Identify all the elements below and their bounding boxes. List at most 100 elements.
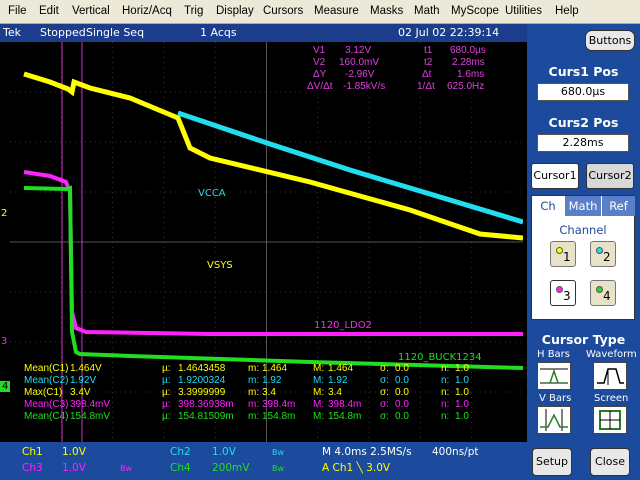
meas-m-label: m: xyxy=(248,363,260,374)
ch2-label[interactable]: Ch2 xyxy=(170,446,191,458)
channel-2-label: 2 xyxy=(603,250,611,264)
meas-n-value: 1.0 xyxy=(455,363,469,374)
dt-label: Δt xyxy=(422,69,432,80)
ch3-label[interactable]: Ch3 xyxy=(22,462,43,474)
menu-myscope[interactable]: MyScope xyxy=(451,5,499,17)
ch4-scale[interactable]: 200mV xyxy=(212,462,249,474)
meas-M-value: 154.8m xyxy=(328,411,362,422)
menu-vertical[interactable]: Vertical xyxy=(72,5,110,17)
waveform-cursor-button[interactable] xyxy=(593,362,627,390)
tab-ch[interactable]: Ch xyxy=(532,196,564,216)
channel-3-label: 3 xyxy=(563,289,571,303)
meas-sigma-value: 0.0 xyxy=(395,411,409,422)
close-button[interactable]: Close xyxy=(590,448,630,476)
inv-dt-label: 1/Δt xyxy=(417,81,435,92)
ch3-marker[interactable]: 3 xyxy=(1,336,7,347)
menu-edit[interactable]: Edit xyxy=(39,5,59,17)
menu-display[interactable]: Display xyxy=(216,5,254,17)
meas-M-value: 1.92 xyxy=(328,375,348,386)
meas-name-value: Mean(C3) xyxy=(24,399,69,410)
meas-m-label: m: xyxy=(248,399,260,410)
meas-sigma-value: 0.0 xyxy=(395,399,409,410)
ch4-marker[interactable]: 4 xyxy=(0,381,11,392)
buttons-button[interactable]: Buttons xyxy=(585,30,635,51)
t1-value: 680.0µs xyxy=(450,45,486,56)
trigger-readout[interactable]: A Ch1 ╲ 3.0V xyxy=(322,462,390,474)
meas-mu-label: µ: xyxy=(162,411,171,422)
menu-measure[interactable]: Measure xyxy=(314,5,359,17)
ch4-trace xyxy=(23,185,524,370)
menu-file[interactable]: File xyxy=(8,5,27,17)
cursor1-button[interactable]: Cursor1 xyxy=(531,163,579,189)
meas-mu-label: µ: xyxy=(162,363,171,374)
menu-trig[interactable]: Trig xyxy=(184,5,203,17)
ch1-scale[interactable]: 1.0V xyxy=(62,446,86,458)
dt-value: 1.6ms xyxy=(457,69,485,80)
meas-val-value: 1.464V xyxy=(70,363,102,374)
meas-mu-label: µ: xyxy=(162,375,171,386)
acq-count: 1 Acqs xyxy=(200,26,237,39)
screen-cursor-button[interactable] xyxy=(593,406,627,434)
hbars-button[interactable] xyxy=(537,362,571,390)
ch1-label[interactable]: Ch1 xyxy=(22,446,43,458)
meas-mu-label: µ: xyxy=(162,399,171,410)
meas-m-value: 154.8m xyxy=(262,411,296,422)
cursor2-button[interactable]: Cursor2 xyxy=(586,163,634,189)
meas-val-value: 154.8mV xyxy=(70,411,111,422)
meas-n-label: n: xyxy=(441,399,450,410)
meas-mu-value: 1.4643458 xyxy=(178,363,226,374)
ch3-bw-icon: Bw xyxy=(120,464,133,473)
meas-sigma-label: σ: xyxy=(380,399,389,410)
t2-value: 2.28ms xyxy=(452,57,485,68)
channel-3-button[interactable]: 3 xyxy=(550,280,576,306)
channel-2-button[interactable]: 2 xyxy=(590,241,616,267)
meas-sigma-value: 0.0 xyxy=(395,363,409,374)
meas-m-label: m: xyxy=(248,411,260,422)
channel-4-label: 4 xyxy=(603,289,611,303)
ch2-scale[interactable]: 1.0V xyxy=(212,446,236,458)
cursor-readout: V1 3.12V t1 680.0µs V2 160.0mV t2 2.28ms… xyxy=(307,45,523,95)
run-state: Stopped xyxy=(40,26,86,39)
menu-cursors[interactable]: Cursors xyxy=(263,5,303,17)
channel-title: Channel xyxy=(559,223,607,237)
meas-m-value: 3.4 xyxy=(262,387,276,398)
ch3-scale[interactable]: 1.0V xyxy=(62,462,86,474)
meas-mu-label: µ: xyxy=(162,387,171,398)
hbars-icon xyxy=(540,368,568,384)
menu-horiz-acq[interactable]: Horiz/Acq xyxy=(122,5,172,17)
tab-ref[interactable]: Ref xyxy=(602,196,635,216)
meas-sigma-value: 0.0 xyxy=(395,387,409,398)
menu-help[interactable]: Help xyxy=(555,5,579,17)
menu-math[interactable]: Math xyxy=(414,5,440,17)
meas-M-value: 1.464 xyxy=(328,363,354,374)
timebase[interactable]: M 4.0ms 2.5MS/s xyxy=(322,446,412,458)
t1-label: t1 xyxy=(424,45,433,56)
vbars-button[interactable] xyxy=(537,406,571,434)
menu-masks[interactable]: Masks xyxy=(370,5,403,17)
ch2-dot-icon xyxy=(596,247,603,254)
meas-M-label: M: xyxy=(313,375,325,386)
meas-mu-value: 398.36938m xyxy=(178,399,234,410)
menu-utilities[interactable]: Utilities xyxy=(505,5,542,17)
dvdt-label: ΔV/Δt xyxy=(307,81,333,92)
datetime: 02 Jul 02 22:39:14 xyxy=(398,26,500,39)
label-buck1234: 1120_BUCK1234 xyxy=(398,352,482,363)
ch2-marker[interactable]: 2 xyxy=(1,208,7,219)
meas-name-value: Max(C1) xyxy=(24,387,63,398)
channel-1-button[interactable]: 1 xyxy=(550,241,576,267)
ch4-label[interactable]: Ch4 xyxy=(170,462,191,474)
curs1-pos-field[interactable]: 680.0µs xyxy=(537,83,629,101)
tab-math[interactable]: Math xyxy=(565,196,601,216)
curs2-pos-field[interactable]: 2.28ms xyxy=(537,134,629,152)
meas-val-value: 398.4mV xyxy=(70,399,111,410)
sample-interval: 400ns/pt xyxy=(432,446,479,458)
meas-mu-value: 1.9200324 xyxy=(178,375,226,386)
dv-label: ΔY xyxy=(313,69,327,80)
meas-n-value: 1.0 xyxy=(455,411,469,422)
meas-M-label: M: xyxy=(313,411,325,422)
ch2-bw-icon: Bw xyxy=(272,448,285,457)
vbars-label: V Bars xyxy=(539,393,572,404)
channel-4-button[interactable]: 4 xyxy=(590,280,616,306)
setup-button[interactable]: Setup xyxy=(532,448,572,476)
meas-m-value: 1.464 xyxy=(262,363,288,374)
